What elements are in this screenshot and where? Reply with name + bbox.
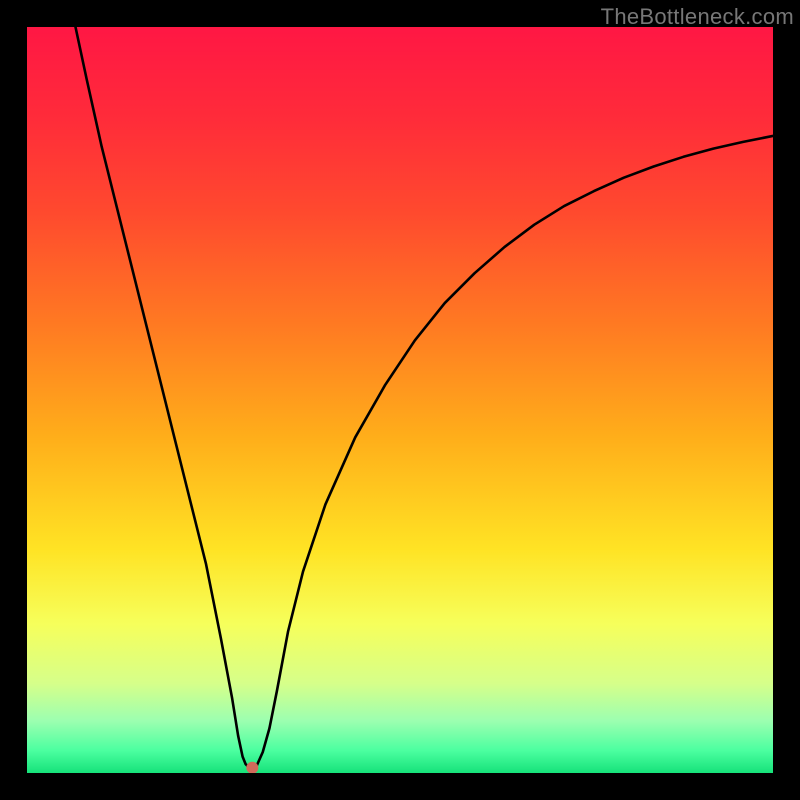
gradient-background	[27, 27, 773, 773]
watermark-text: TheBottleneck.com	[601, 4, 794, 30]
chart-frame	[27, 27, 773, 773]
chart-canvas	[27, 27, 773, 773]
